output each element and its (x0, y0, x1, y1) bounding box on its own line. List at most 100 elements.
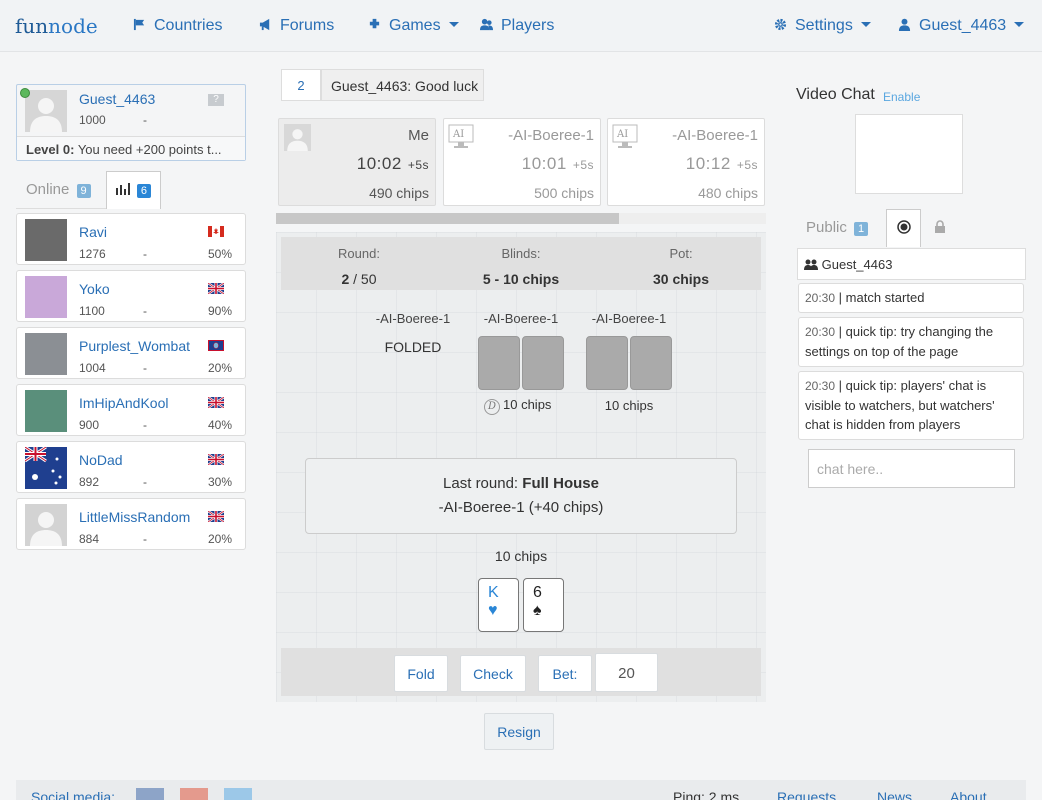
nav-forums-label: Forums (280, 17, 335, 34)
user-win-percent: 40% (207, 418, 232, 432)
user-name[interactable]: ImHipAndKool (79, 395, 169, 411)
user-dash: - (143, 532, 147, 546)
level-text: You need +200 points t... (77, 142, 222, 157)
help-badge[interactable]: ? (208, 94, 224, 106)
user-list-item[interactable]: Purplest_Wombat 1004 - 20% (16, 327, 246, 379)
chat-message-count[interactable]: 2 (281, 69, 321, 101)
ranking-count-badge: 6 (136, 184, 152, 198)
player-timer: 10:02 +5s (357, 154, 429, 174)
google-plus-icon[interactable] (180, 788, 208, 800)
nav-games[interactable]: Games (368, 17, 459, 35)
nav-countries-label: Countries (154, 17, 223, 34)
footer-social-label: Social media: (31, 789, 116, 800)
tab-public-chat[interactable]: Public 1 (796, 210, 886, 248)
seat-3-chips: 10 chips (604, 398, 654, 413)
tab-ranking[interactable]: 6 (106, 171, 161, 209)
avatar[interactable] (25, 447, 67, 489)
ai-computer-icon: AI (612, 124, 638, 148)
tab-public-label: Public (806, 219, 847, 236)
video-enable-link[interactable]: Enable (883, 90, 920, 104)
avatar[interactable] (25, 276, 67, 318)
blinds-label: Blinds: (501, 246, 541, 261)
puzzle-icon (369, 18, 380, 29)
user-win-percent: 90% (207, 304, 232, 318)
nav-players-label: Players (501, 17, 555, 34)
resign-button[interactable]: Resign (484, 713, 554, 750)
face-down-card (630, 336, 672, 390)
footer-news-link[interactable]: News (877, 789, 912, 800)
nav-forums[interactable]: Forums (259, 17, 334, 35)
avatar[interactable] (25, 219, 67, 261)
chevron-down-icon (860, 22, 871, 27)
logo-part-1: fun (15, 14, 49, 38)
avatar[interactable] (25, 504, 67, 546)
chat-message: 20:30 | quick tip: try changing the sett… (798, 317, 1024, 367)
user-list-item[interactable]: LittleMissRandom 884 - 20% (16, 498, 246, 550)
face-down-card (522, 336, 564, 390)
avatar[interactable] (25, 390, 67, 432)
seat-2-bet: D 10 chips (484, 397, 564, 415)
nav-user-label: Guest_4463 (919, 17, 1007, 34)
check-button[interactable]: Check (460, 655, 526, 692)
user-list-item[interactable]: Yoko 1100 - 90% (16, 270, 246, 322)
lock-icon (935, 220, 945, 233)
msg-sep: | (838, 290, 843, 305)
level-label: Level 0: (26, 142, 75, 157)
user-win-percent: 20% (207, 361, 232, 375)
bar-chart-icon (116, 183, 130, 195)
user-dash: - (143, 361, 147, 375)
chat-input[interactable]: chat here.. (808, 449, 1015, 488)
users-icon (480, 18, 493, 31)
user-list-item[interactable]: ImHipAndKool 900 - 40% (16, 384, 246, 436)
user-win-percent: 50% (207, 247, 232, 261)
user-name[interactable]: Purplest_Wombat (79, 338, 190, 354)
chat-message: 20:30 | quick tip: players' chat is visi… (798, 371, 1024, 440)
user-points: 900 (79, 418, 100, 432)
tab-private-chat[interactable] (922, 209, 957, 247)
chevron-down-icon (448, 22, 459, 27)
facebook-icon[interactable] (136, 788, 164, 800)
chat-participant-name[interactable]: Guest_4463 (822, 257, 893, 272)
avatar[interactable] (25, 90, 67, 132)
seat-2-chips: 10 chips (503, 397, 552, 412)
user-name[interactable]: Yoko (79, 281, 110, 297)
bet-button[interactable]: Bet: (538, 655, 592, 692)
player-name: Me (408, 127, 429, 144)
tab-online[interactable]: Online 9 (16, 172, 106, 209)
nav-settings[interactable]: Settings (774, 17, 871, 35)
bet-amount-input[interactable]: 20 (595, 653, 658, 692)
nav-settings-label: Settings (795, 17, 853, 34)
footer-requests-link[interactable]: Requests (777, 789, 836, 800)
nav-countries[interactable]: Countries (133, 17, 222, 35)
svg-text:AI: AI (616, 129, 628, 140)
spade-suit-icon: ♠ (533, 602, 542, 619)
my-username[interactable]: Guest_4463 (79, 91, 155, 107)
my-card-1: K ♥ (478, 578, 519, 632)
msg-text: match started (845, 290, 925, 305)
user-name[interactable]: LittleMissRandom (79, 509, 190, 525)
nav-user-menu[interactable]: Guest_4463 (898, 17, 1025, 35)
fold-button[interactable]: Fold (394, 655, 448, 692)
chat-participants: Guest_4463 (797, 248, 1026, 280)
tab-game-chat[interactable] (886, 209, 921, 247)
user-name[interactable]: Ravi (79, 224, 107, 240)
twitter-icon[interactable] (224, 788, 252, 800)
last-round-summary: Last round: Full House -AI-Boeree-1 (+40… (305, 458, 737, 534)
seat-3-name: -AI-Boeree-1 (591, 311, 667, 326)
footer-about-link[interactable]: About (950, 789, 987, 800)
country-flag-icon (207, 509, 225, 523)
my-points: 1000 (79, 113, 106, 127)
user-name[interactable]: NoDad (79, 452, 123, 468)
seat-1-name: -AI-Boeree-1 (375, 311, 451, 326)
timer-value: 10:01 (521, 154, 567, 173)
site-logo[interactable]: funnode (15, 14, 98, 38)
tab-online-label: Online (26, 181, 70, 198)
nav-players[interactable]: Players (480, 17, 554, 35)
user-list-item[interactable]: Ravi 1276 - 50% (16, 213, 246, 265)
msg-sep: | (838, 378, 843, 393)
blinds-value: 5 - 10 chips (482, 271, 560, 287)
user-list-item[interactable]: NoDad 892 - 30% (16, 441, 246, 493)
avatar[interactable] (25, 333, 67, 375)
user-icon (898, 18, 911, 31)
turn-progress-fill (276, 213, 619, 224)
